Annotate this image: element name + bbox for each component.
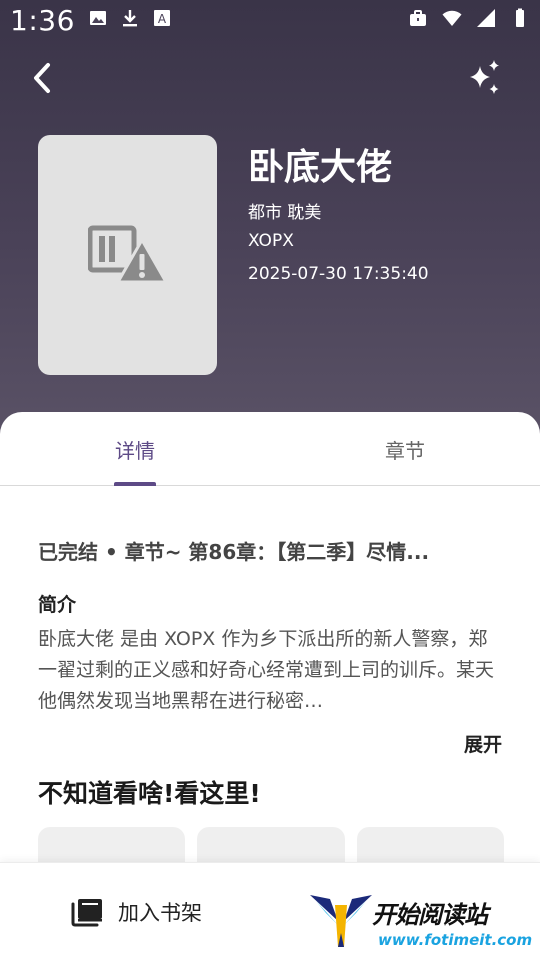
- book-author[interactable]: XOPX: [248, 231, 294, 251]
- bottom-action-bar: 加入书架 开始阅读站 www.fotimeit.com: [0, 862, 540, 960]
- status-time: 1:36: [10, 4, 75, 37]
- download-icon: [123, 10, 137, 27]
- status-bar: 1:36 A: [0, 0, 540, 48]
- recommend-card[interactable]: [356, 827, 504, 867]
- wifi-icon: [442, 10, 462, 26]
- ai-sparkle-button[interactable]: [462, 56, 506, 100]
- add-to-bookshelf-button[interactable]: 加入书架: [70, 897, 202, 927]
- wing-logo-icon: [310, 895, 372, 947]
- back-button[interactable]: [22, 58, 62, 98]
- recommend-list: [38, 827, 504, 867]
- back-arrow-icon: [34, 63, 50, 93]
- briefcase-icon: [410, 10, 426, 26]
- recommend-heading: 不知道看啥!看这里!: [38, 779, 261, 808]
- latest-chapter-status[interactable]: 已完结 • 章节~ 第86章：【第二季】尽情...: [38, 536, 498, 565]
- tab-chapters[interactable]: 章节: [270, 412, 540, 486]
- watermark-text: 开始阅读站: [372, 901, 488, 929]
- gallery-icon: [90, 11, 106, 25]
- system-icons: [408, 8, 530, 28]
- tab-indicator: [114, 482, 156, 486]
- signal-icon: [477, 9, 495, 27]
- book-title: 卧底大佬: [248, 147, 393, 188]
- text-a-icon: A: [154, 10, 170, 26]
- intro-heading: 简介: [38, 594, 77, 616]
- tab-details[interactable]: 详情: [0, 412, 270, 486]
- bookshelf-icon: [71, 899, 102, 927]
- book-header: 1:36 A 卧底大佬 都市 耽美 XOPX 2025-07-30 17:35:…: [0, 0, 540, 440]
- tab-bar: 详情 章节: [0, 412, 540, 486]
- recommend-card[interactable]: [38, 827, 186, 867]
- book-tags: 都市 耽美: [248, 203, 322, 223]
- notification-icons: A: [88, 8, 172, 28]
- intro-text: 卧底大佬 是由 XOPX 作为乡下派出所的新人警察，郑一翟过剩的正义感和好奇心经…: [38, 628, 495, 712]
- site-watermark: 开始阅读站 www.fotimeit.com: [308, 889, 532, 955]
- book-updated-time: 2025-07-30 17:35:40: [248, 264, 429, 284]
- recommend-card[interactable]: [197, 827, 345, 867]
- image-broken-warning-icon: [87, 225, 167, 284]
- add-to-bookshelf-label: 加入书架: [118, 901, 202, 925]
- watermark-url: www.fotimeit.com: [378, 931, 533, 949]
- sparkle-icon: [470, 60, 499, 94]
- book-cover[interactable]: [38, 135, 217, 375]
- expand-button[interactable]: 展开: [464, 730, 502, 757]
- svg-text:A: A: [158, 12, 167, 26]
- battery-icon: [516, 8, 524, 27]
